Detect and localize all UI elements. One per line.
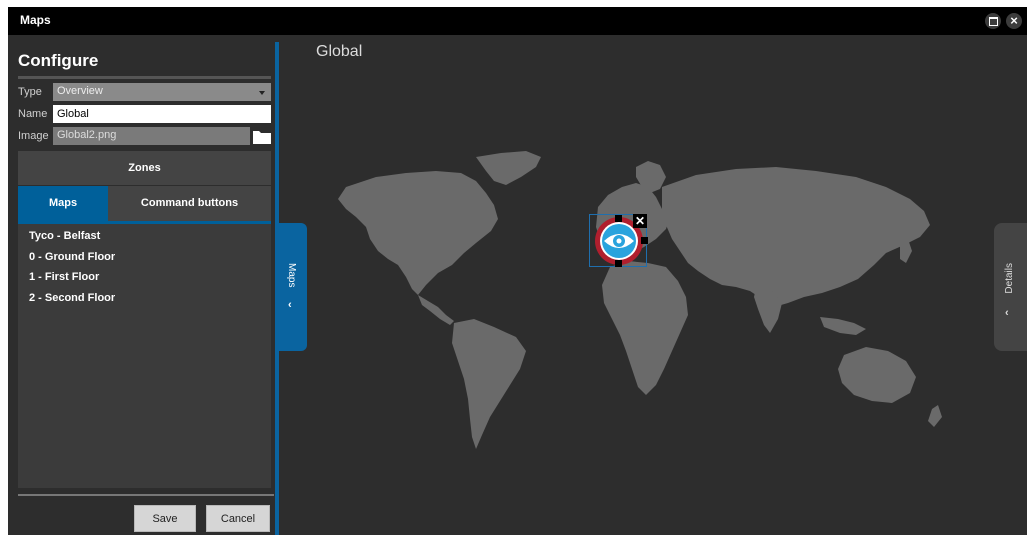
map-region bbox=[602, 261, 688, 395]
type-select[interactable]: Overview bbox=[53, 83, 271, 101]
map-region bbox=[418, 295, 454, 325]
list-item[interactable]: 2 - Second Floor bbox=[29, 292, 115, 304]
close-window-button[interactable]: × bbox=[1006, 13, 1022, 29]
maximize-icon bbox=[988, 17, 998, 26]
footer-divider bbox=[18, 494, 274, 496]
name-label: Name bbox=[18, 108, 48, 120]
map-region bbox=[900, 239, 912, 263]
maps-collapse-handle[interactable]: Maps ‹ bbox=[279, 223, 307, 351]
tab-maps[interactable]: Maps bbox=[18, 186, 108, 221]
image-field[interactable]: Global2.png bbox=[53, 127, 250, 145]
map-region bbox=[662, 167, 930, 307]
map-region bbox=[452, 319, 526, 449]
maps-window: Maps × Configure Type Overview Name Imag… bbox=[8, 7, 1027, 535]
save-button[interactable]: Save bbox=[134, 505, 196, 532]
name-input[interactable] bbox=[53, 105, 271, 123]
image-field-value: Global2.png bbox=[57, 129, 117, 141]
panel-heading: Configure bbox=[18, 51, 99, 70]
resize-handle[interactable] bbox=[615, 215, 622, 222]
list-item[interactable]: 1 - First Floor bbox=[29, 271, 99, 283]
map-region bbox=[338, 171, 498, 295]
remove-marker-button[interactable]: ✕ bbox=[633, 214, 647, 228]
resize-handle[interactable] bbox=[615, 260, 622, 267]
maps-handle-label: Maps bbox=[286, 263, 297, 288]
details-handle-label: Details bbox=[1004, 263, 1015, 294]
list-item[interactable]: 0 - Ground Floor bbox=[29, 251, 115, 263]
tab-zones[interactable]: Zones bbox=[18, 151, 271, 185]
chevron-left-icon: ‹ bbox=[1005, 307, 1009, 319]
configure-panel: Configure Type Overview Name Image Globa… bbox=[8, 35, 274, 535]
map-region bbox=[476, 151, 541, 185]
list-item[interactable]: Tyco - Belfast bbox=[29, 230, 100, 242]
title-bar: Maps × bbox=[8, 7, 1027, 35]
chevron-down-icon bbox=[259, 91, 265, 95]
folder-icon[interactable] bbox=[253, 129, 271, 144]
tab-command-buttons[interactable]: Command buttons bbox=[108, 186, 271, 221]
map-region bbox=[838, 347, 916, 403]
cancel-button[interactable]: Cancel bbox=[206, 505, 270, 532]
maps-list: Tyco - Belfast 0 - Ground Floor 1 - Firs… bbox=[18, 224, 271, 488]
resize-handle[interactable] bbox=[641, 237, 648, 244]
world-map[interactable] bbox=[326, 147, 966, 457]
map-region bbox=[820, 317, 866, 335]
details-collapse-handle[interactable]: Details ‹ bbox=[994, 223, 1027, 351]
maximize-button[interactable] bbox=[985, 13, 1001, 29]
window-title: Maps bbox=[20, 13, 51, 27]
close-icon: × bbox=[1010, 13, 1018, 28]
chevron-left-icon: ‹ bbox=[288, 299, 292, 311]
map-title: Global bbox=[316, 43, 363, 60]
type-select-value: Overview bbox=[57, 85, 103, 97]
map-region bbox=[928, 405, 942, 427]
image-label: Image bbox=[18, 130, 49, 142]
heading-divider bbox=[18, 76, 271, 79]
type-label: Type bbox=[18, 86, 42, 98]
